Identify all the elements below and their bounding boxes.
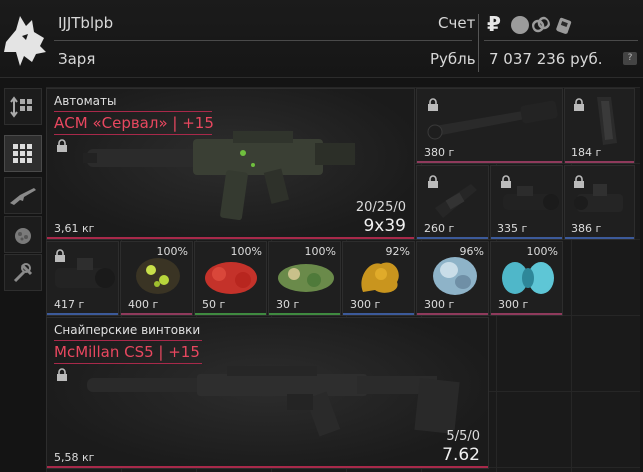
item-slot-magazine[interactable]: 184 г [564,88,635,164]
account-label: Счет [438,14,476,32]
rarity-underline [47,237,414,239]
item-slot-artifact-yellow[interactable]: 92% 300 г [342,241,415,316]
item-slot-collimator[interactable]: 386 г [564,165,635,240]
night-scope-image [503,186,559,210]
grenades-filter[interactable] [4,216,42,253]
sort-icon [10,95,32,118]
item-weight: 260 г [424,222,455,235]
username: IJJTblpb [58,14,114,32]
caliber: 7.62 [442,445,480,465]
item-weight: 386 г [571,222,602,235]
rarity-underline [269,313,340,315]
rifle-icon [10,187,36,205]
thermal-scope-image [55,258,115,288]
mcmillan-rifle-image [87,366,460,437]
help-icon[interactable]: ? [623,52,637,65]
rarity-underline [565,161,634,163]
artifact-moss-image [278,264,334,292]
item-weight: 417 г [54,298,85,311]
magazine-image [597,97,617,145]
grid-icon [13,143,32,163]
ruble-icon[interactable]: ₽ [487,12,501,36]
rarity-underline [47,313,118,315]
wrench-icon [13,262,33,282]
item-weight: 50 г [202,298,226,311]
grenade-icon [15,227,31,244]
weapon-name-underline [54,111,212,112]
serval-rifle-image [83,131,355,221]
header-separator [478,14,479,72]
item-slot-artifact-moss[interactable]: 100% 30 г [268,241,341,316]
artifact-crystal-image [433,257,477,295]
lock-icon [574,98,584,111]
item-weight: 300 г [498,298,529,311]
weapon-slot-serval[interactable]: Автоматы АСМ «Сервал» | +15 3,61 кг 20/2… [46,88,415,240]
lock-icon [57,368,67,381]
weapon-weight: 5,58 кг [54,451,95,464]
character-name: Заря [58,50,96,68]
header-divider [54,40,472,41]
money-amount: 7 037 236 руб. [489,50,603,68]
header-bar: IJJTblpb Заря Счет Рубль ₽ 7 037 236 руб… [0,0,643,78]
item-weight: 335 г [497,222,528,235]
weapon-category: Автоматы [54,94,117,108]
item-weight: 400 г [128,298,159,311]
rarity-underline [565,237,634,239]
item-slot-scope[interactable]: 380 г [416,88,563,164]
weapon-weight: 3,61 кг [54,222,95,235]
rarity-underline [417,237,488,239]
ammo-count: 5/5/0 [446,429,480,444]
rarity-underline [417,161,562,163]
mount-image [435,184,477,218]
grid-view-tool[interactable] [4,135,42,172]
item-slot-artifact-cyan[interactable]: 100% 300 г [490,241,563,316]
item-slot-night-scope[interactable]: 335 г [490,165,563,240]
wolf-logo-icon [4,16,46,66]
collimator-image [574,184,623,212]
item-weight: 184 г [571,146,602,159]
item-weight: 380 г [424,146,455,159]
item-slot-mount[interactable]: 260 г [416,165,489,240]
rarity-underline [343,313,414,315]
rarity-underline [491,313,562,315]
item-slot-artifact-red[interactable]: 100% 50 г [194,241,267,316]
weapon-category: Снайперские винтовки [54,323,201,337]
rarity-underline [491,237,562,239]
item-weight: 30 г [276,298,300,311]
item-slot-artifact-crystal[interactable]: 96% 300 г [416,241,489,316]
item-slot-thermal-scope[interactable]: 417 г [46,241,119,316]
token-icon[interactable] [555,16,573,34]
artifact-green-image [136,258,180,294]
item-slot-artifact-green[interactable]: 100% 400 г [120,241,193,316]
artifact-yellow-image [361,262,399,293]
ammo-count: 20/25/0 [355,200,406,215]
durability-percent: 100% [304,245,336,258]
chain-icon[interactable] [532,16,550,34]
weapon-name-underline [54,340,202,341]
item-weight: 300 г [424,298,455,311]
rarity-underline [417,313,488,315]
item-weight: 300 г [350,298,381,311]
rarity-underline [195,313,266,315]
coin-icon[interactable] [511,16,529,34]
artifact-cyan-image [502,262,554,294]
weapons-filter[interactable] [4,177,42,214]
currency-divider [484,40,638,41]
caliber: 9x39 [363,216,406,236]
rarity-underline [47,466,488,468]
artifact-red-image [205,262,257,294]
rarity-underline [121,313,192,315]
scope-image [427,100,558,140]
weapon-slot-mcmillan[interactable]: Снайперские винтовки McMillan CS5 | +15 … [46,317,489,469]
sort-tool[interactable] [4,88,42,125]
tools-filter[interactable] [4,254,42,291]
currency-label: Рубль [430,50,476,68]
lock-icon [57,139,67,152]
weapon-name: McMillan CS5 | +15 [54,343,200,361]
